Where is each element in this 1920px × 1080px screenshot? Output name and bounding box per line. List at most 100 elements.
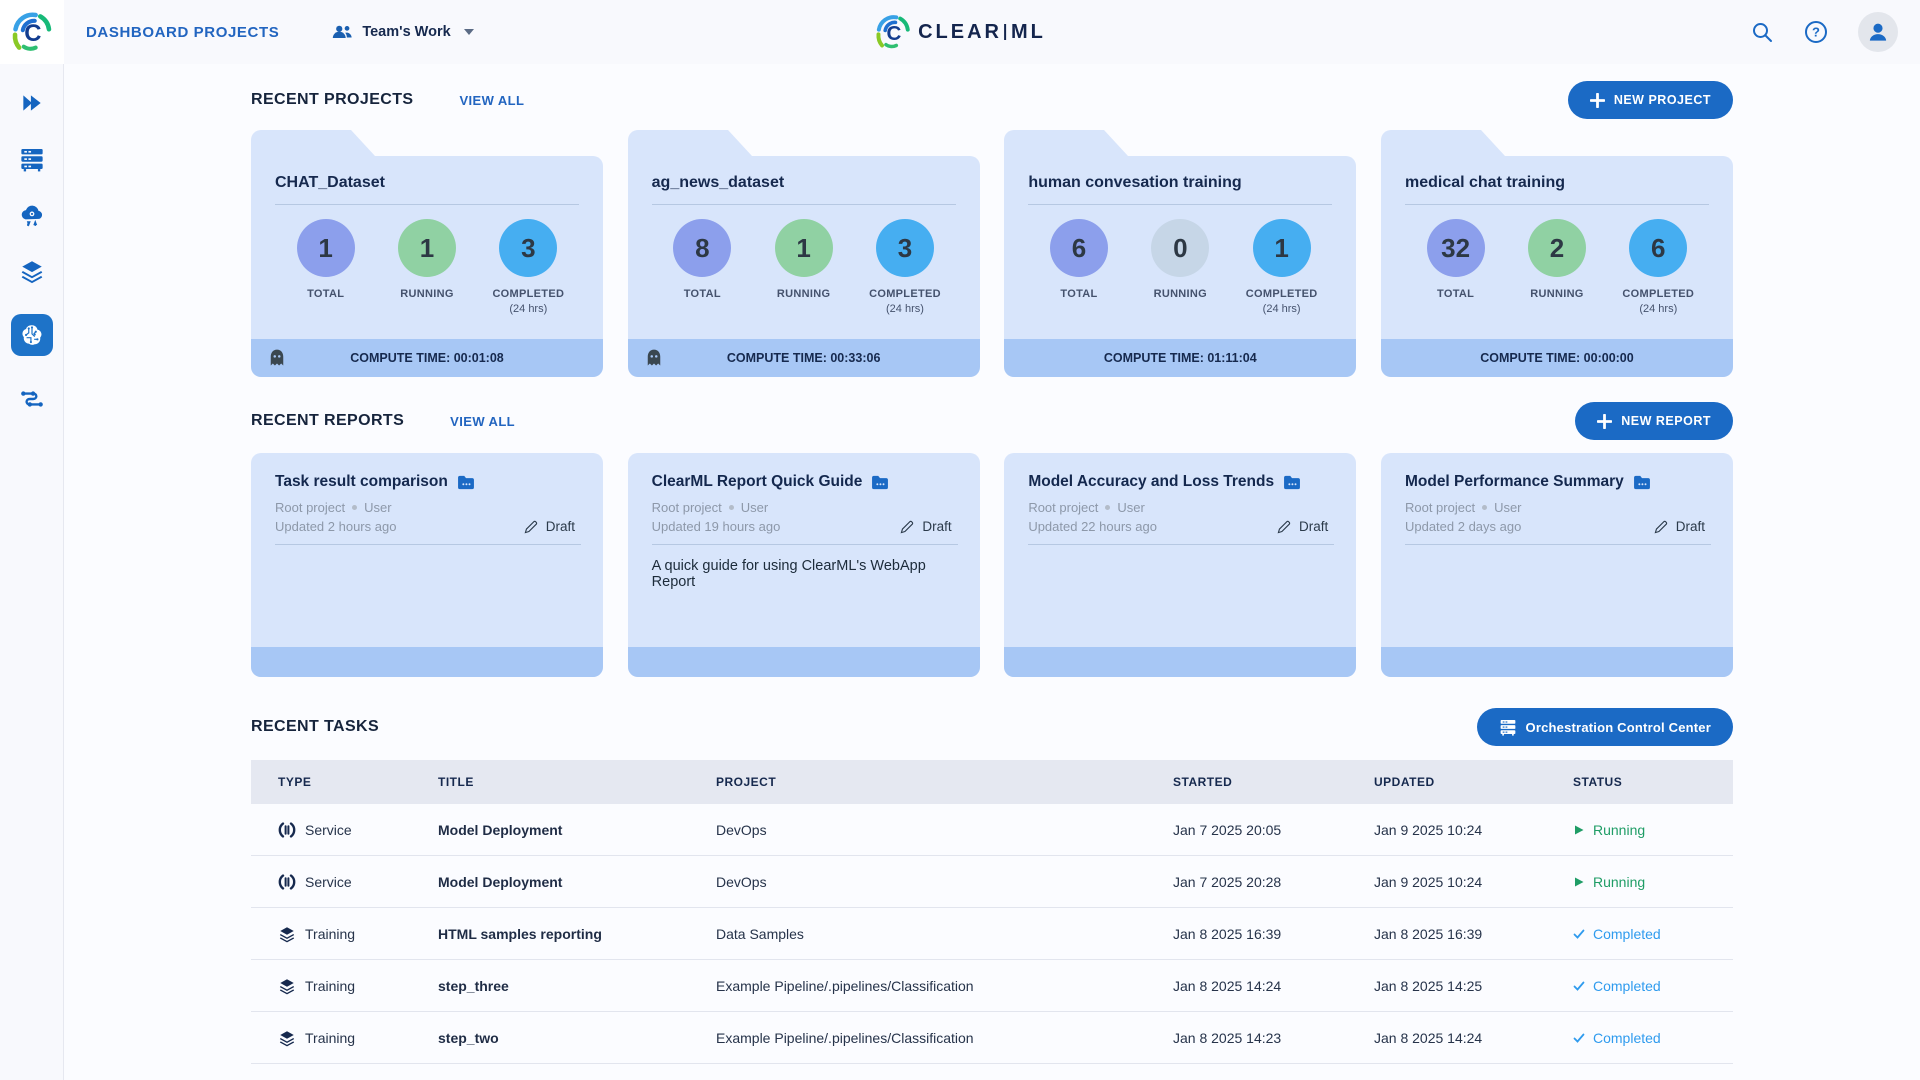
completed-label: COMPLETED [492, 288, 565, 300]
report-updated: Updated 19 hours ago [651, 519, 781, 534]
status-badge: Draft [900, 519, 952, 534]
total-count: 32 [1426, 219, 1485, 277]
report-card[interactable]: Task result comparison Root project User … [251, 453, 603, 677]
table-row[interactable]: Training HTML samples reporting Data Sam… [251, 908, 1733, 960]
divider [1028, 544, 1335, 545]
avatar[interactable] [1858, 12, 1898, 52]
table-row[interactable]: Training step_two Example Pipeline/.pipe… [251, 1012, 1733, 1064]
col-type: TYPE [278, 775, 312, 789]
search-icon[interactable] [1750, 20, 1774, 44]
compute-time: COMPUTE TIME: 00:01:08 [350, 351, 504, 365]
topbar-actions [1750, 12, 1920, 52]
completed-sub-label: (24 hrs) [886, 303, 924, 315]
task-type: Training [305, 1029, 356, 1046]
total-count: 6 [1049, 219, 1108, 277]
project-name: CHAT_Dataset [275, 174, 385, 191]
divider [275, 204, 579, 205]
workers-queues-icon[interactable] [19, 146, 45, 172]
sidebar [0, 64, 64, 1080]
report-project: Root project [651, 500, 722, 515]
projects-view-all-link[interactable]: VIEW ALL [459, 93, 524, 108]
col-started: STARTED [1173, 775, 1233, 789]
ghost-icon [644, 348, 664, 368]
completed-count: 6 [1629, 219, 1688, 277]
project-name: ag_news_dataset [651, 174, 785, 191]
dot-separator [1482, 505, 1488, 510]
task-project: Example Pipeline/.pipelines/Classificati… [716, 977, 974, 994]
check-icon [1573, 1032, 1585, 1044]
running-label: RUNNING [1153, 288, 1208, 300]
workspace-selector[interactable]: Team's Work [331, 24, 474, 41]
datasets-layers-icon[interactable] [19, 258, 45, 284]
page-title: DASHBOARD PROJECTS [86, 23, 280, 41]
project-card[interactable]: medical chat training 32 TOTAL 2 RUNNING 6… [1380, 130, 1733, 377]
folder-tab [1380, 130, 1505, 156]
new-report-button[interactable]: NEW REPORT [1575, 402, 1733, 440]
training-icon [278, 1029, 296, 1047]
running-count: 1 [397, 219, 456, 277]
table-row[interactable]: Service Model Deployment DevOps Jan 7 20… [251, 856, 1733, 908]
project-card[interactable]: CHAT_Dataset 1 TOTAL 1 RUNNING 3 COMPLETED (… [251, 130, 603, 377]
report-card[interactable]: Model Performance Summary Root project Us… [1380, 453, 1733, 677]
completed-count: 3 [875, 219, 934, 277]
task-updated: Jan 9 2025 10:24 [1374, 873, 1483, 890]
cloud-autoscaler-icon[interactable] [19, 202, 45, 228]
total-count: 8 [673, 219, 732, 277]
orchestration-label: Orchestration Control Center [1525, 719, 1711, 735]
clearml-logo-icon [874, 13, 912, 51]
brand-divider [1004, 24, 1006, 40]
status-badge: Draft [1654, 519, 1705, 534]
report-card[interactable]: Model Accuracy and Loss Trends Root proj… [1004, 453, 1357, 677]
report-updated: Updated 2 hours ago [275, 519, 397, 534]
completed-sub-label: (24 hrs) [1639, 303, 1678, 315]
reports-view-all-link[interactable]: VIEW ALL [450, 414, 515, 429]
top-bar: DASHBOARD PROJECTS Team's Work CLEAR ML [0, 0, 1920, 64]
table-row[interactable]: Service Model Deployment DevOps Jan 7 20… [251, 804, 1733, 856]
report-author: User [1117, 500, 1145, 515]
folder-icon [871, 475, 889, 490]
report-author: User [1494, 500, 1522, 515]
draft-label: Draft [1299, 519, 1329, 534]
folder-tab [627, 130, 752, 156]
divider [1404, 544, 1711, 545]
report-card[interactable]: ClearML Report Quick Guide Root project U… [627, 453, 980, 677]
divider [1404, 204, 1709, 205]
pipelines-icon[interactable] [19, 386, 45, 412]
report-title: Model Performance Summary [1404, 473, 1624, 490]
check-icon [1573, 928, 1585, 940]
new-project-button[interactable]: NEW PROJECT [1567, 81, 1733, 119]
divider [275, 544, 581, 545]
completed-count: 3 [499, 219, 558, 277]
orchestration-control-center-button[interactable]: Orchestration Control Center [1476, 708, 1733, 746]
folder-icon [1633, 475, 1651, 490]
status-badge: Draft [524, 519, 575, 534]
task-title: step_two [438, 1029, 499, 1046]
app-logo[interactable] [0, 0, 64, 64]
project-card[interactable]: ag_news_dataset 8 TOTAL 1 RUNNING 3 COMPLET… [627, 130, 980, 377]
expand-chevrons-icon[interactable] [19, 90, 45, 116]
task-title: step_three [438, 977, 509, 994]
report-cards-row: Task result comparison Root project User … [251, 453, 1733, 677]
running-label: RUNNING [1530, 288, 1584, 300]
status-label: Completed [1593, 925, 1661, 942]
new-project-label: NEW PROJECT [1613, 93, 1711, 107]
compute-time: COMPUTE TIME: 00:33:06 [726, 351, 881, 365]
new-report-label: NEW REPORT [1621, 414, 1711, 428]
completed-label: COMPLETED [869, 288, 941, 300]
folder-tab [1004, 130, 1129, 156]
task-started: Jan 7 2025 20:05 [1173, 821, 1282, 838]
total-label: TOTAL [683, 288, 721, 300]
report-updated: Updated 22 hours ago [1028, 519, 1157, 534]
report-author: User [364, 500, 392, 515]
sidebar-item-projects-active[interactable] [10, 314, 53, 356]
service-icon [278, 873, 296, 891]
recent-reports-header: RECENT REPORTS VIEW ALL NEW REPORT [251, 402, 1733, 440]
table-row[interactable]: Training step_three Example Pipeline/.pi… [251, 960, 1733, 1012]
report-description: A quick guide for using ClearML's WebApp… [651, 558, 926, 590]
user-icon [1865, 19, 1891, 45]
plus-icon [1597, 414, 1612, 429]
pencil-icon [900, 520, 914, 534]
help-icon[interactable] [1804, 20, 1828, 44]
col-updated: UPDATED [1374, 775, 1435, 789]
project-card[interactable]: human convesation training 6 TOTAL 0 RUNNI… [1004, 130, 1357, 377]
